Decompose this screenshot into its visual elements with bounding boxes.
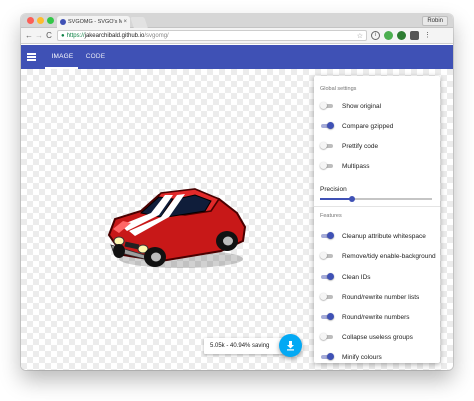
divider: [314, 206, 440, 207]
extension-icon[interactable]: [410, 31, 419, 40]
tab-strip: SVGOMG - SVGO's Missi × Robin: [21, 14, 453, 28]
url-host: jakearchibald.github.io: [84, 32, 145, 39]
extension-icon[interactable]: [384, 31, 393, 40]
setting-label: Prettify code: [342, 142, 379, 150]
info-icon[interactable]: i: [371, 31, 380, 40]
browser-toolbar: ← → C ● https:// jakearchibald.github.io…: [21, 28, 453, 44]
global-settings-heading: Global settings: [320, 86, 357, 92]
reload-button[interactable]: C: [44, 28, 54, 44]
clean-ids-toggle[interactable]: [320, 272, 334, 282]
bookmark-star-icon[interactable]: ☆: [357, 32, 363, 40]
favicon-icon: [60, 19, 66, 25]
setting-label: Clean IDs: [342, 273, 371, 281]
setting-label: Collapse useless groups: [342, 333, 413, 341]
setting-row[interactable]: Prettify code: [320, 141, 378, 151]
tab-image[interactable]: IMAGE: [49, 45, 76, 69]
setting-row[interactable]: Multipass: [320, 161, 369, 171]
setting-label: Multipass: [342, 162, 370, 170]
precision-slider[interactable]: [320, 195, 432, 202]
setting-label: Cleanup attribute whitespace: [342, 232, 426, 240]
maximize-window-button[interactable]: [47, 17, 54, 24]
car-image: [107, 188, 247, 268]
precision-label: Precision: [320, 186, 347, 193]
setting-row[interactable]: Round/rewrite numbers: [320, 312, 410, 322]
setting-row[interactable]: Collapse useless groups: [320, 332, 413, 342]
setting-label: Remove/tidy enable-background: [342, 252, 436, 260]
cleanup-attribute-whitespace-toggle[interactable]: [320, 231, 334, 241]
precision-slider-thumb[interactable]: [349, 195, 356, 202]
setting-row[interactable]: Round/rewrite number lists: [320, 292, 419, 302]
round-number-lists-toggle[interactable]: [320, 292, 334, 302]
collapse-groups-toggle[interactable]: [320, 332, 334, 342]
browser-menu-icon[interactable]: ⋮: [423, 31, 432, 40]
tab-code[interactable]: CODE: [83, 45, 108, 69]
setting-row[interactable]: Clean IDs: [320, 272, 371, 282]
setting-label: Minify colours: [342, 353, 382, 361]
new-tab-button[interactable]: [130, 17, 148, 28]
close-window-button[interactable]: [27, 17, 34, 24]
forward-button[interactable]: →: [34, 28, 44, 44]
lock-icon: ●: [61, 32, 65, 39]
download-button[interactable]: [279, 334, 302, 357]
tab-close-icon[interactable]: ×: [123, 19, 127, 25]
menu-icon[interactable]: [27, 53, 36, 61]
features-heading: Features: [320, 213, 342, 219]
remove-enable-background-toggle[interactable]: [320, 251, 334, 261]
setting-row[interactable]: Compare gzipped: [320, 121, 393, 131]
round-numbers-toggle[interactable]: [320, 312, 334, 322]
minimize-window-button[interactable]: [37, 17, 44, 24]
profile-button[interactable]: Robin: [422, 16, 448, 26]
setting-row[interactable]: Show original: [320, 101, 381, 111]
url-scheme: https://: [66, 32, 85, 39]
minify-colours-toggle[interactable]: [320, 352, 334, 362]
settings-panel: Global settings Show original Compare gz…: [314, 76, 440, 363]
compare-gzipped-toggle[interactable]: [320, 121, 334, 131]
browser-window: SVGOMG - SVGO's Missi × Robin ← → C ● ht…: [21, 14, 453, 370]
browser-tab[interactable]: SVGOMG - SVGO's Missi ×: [57, 16, 130, 28]
tab-title: SVGOMG - SVGO's Missi: [68, 19, 123, 25]
address-bar[interactable]: ● https:// jakearchibald.github.io /svgo…: [57, 30, 367, 41]
precision-slider-fill: [320, 198, 353, 200]
show-original-toggle[interactable]: [320, 101, 334, 111]
back-button[interactable]: ←: [24, 28, 34, 44]
app-bar: IMAGE CODE: [21, 45, 453, 69]
setting-label: Show original: [342, 102, 382, 110]
setting-row[interactable]: Cleanup attribute whitespace: [320, 231, 426, 241]
download-icon: [287, 341, 294, 351]
setting-label: Round/rewrite numbers: [342, 313, 410, 321]
setting-row[interactable]: Remove/tidy enable-background: [320, 251, 436, 261]
prettify-code-toggle[interactable]: [320, 141, 334, 151]
multipass-toggle[interactable]: [320, 161, 334, 171]
setting-label: Compare gzipped: [342, 122, 394, 130]
setting-row[interactable]: Minify colours: [320, 352, 382, 362]
url-path: /svgomg/: [144, 32, 169, 39]
extension-icon[interactable]: [397, 31, 406, 40]
setting-label: Round/rewrite number lists: [342, 293, 420, 301]
